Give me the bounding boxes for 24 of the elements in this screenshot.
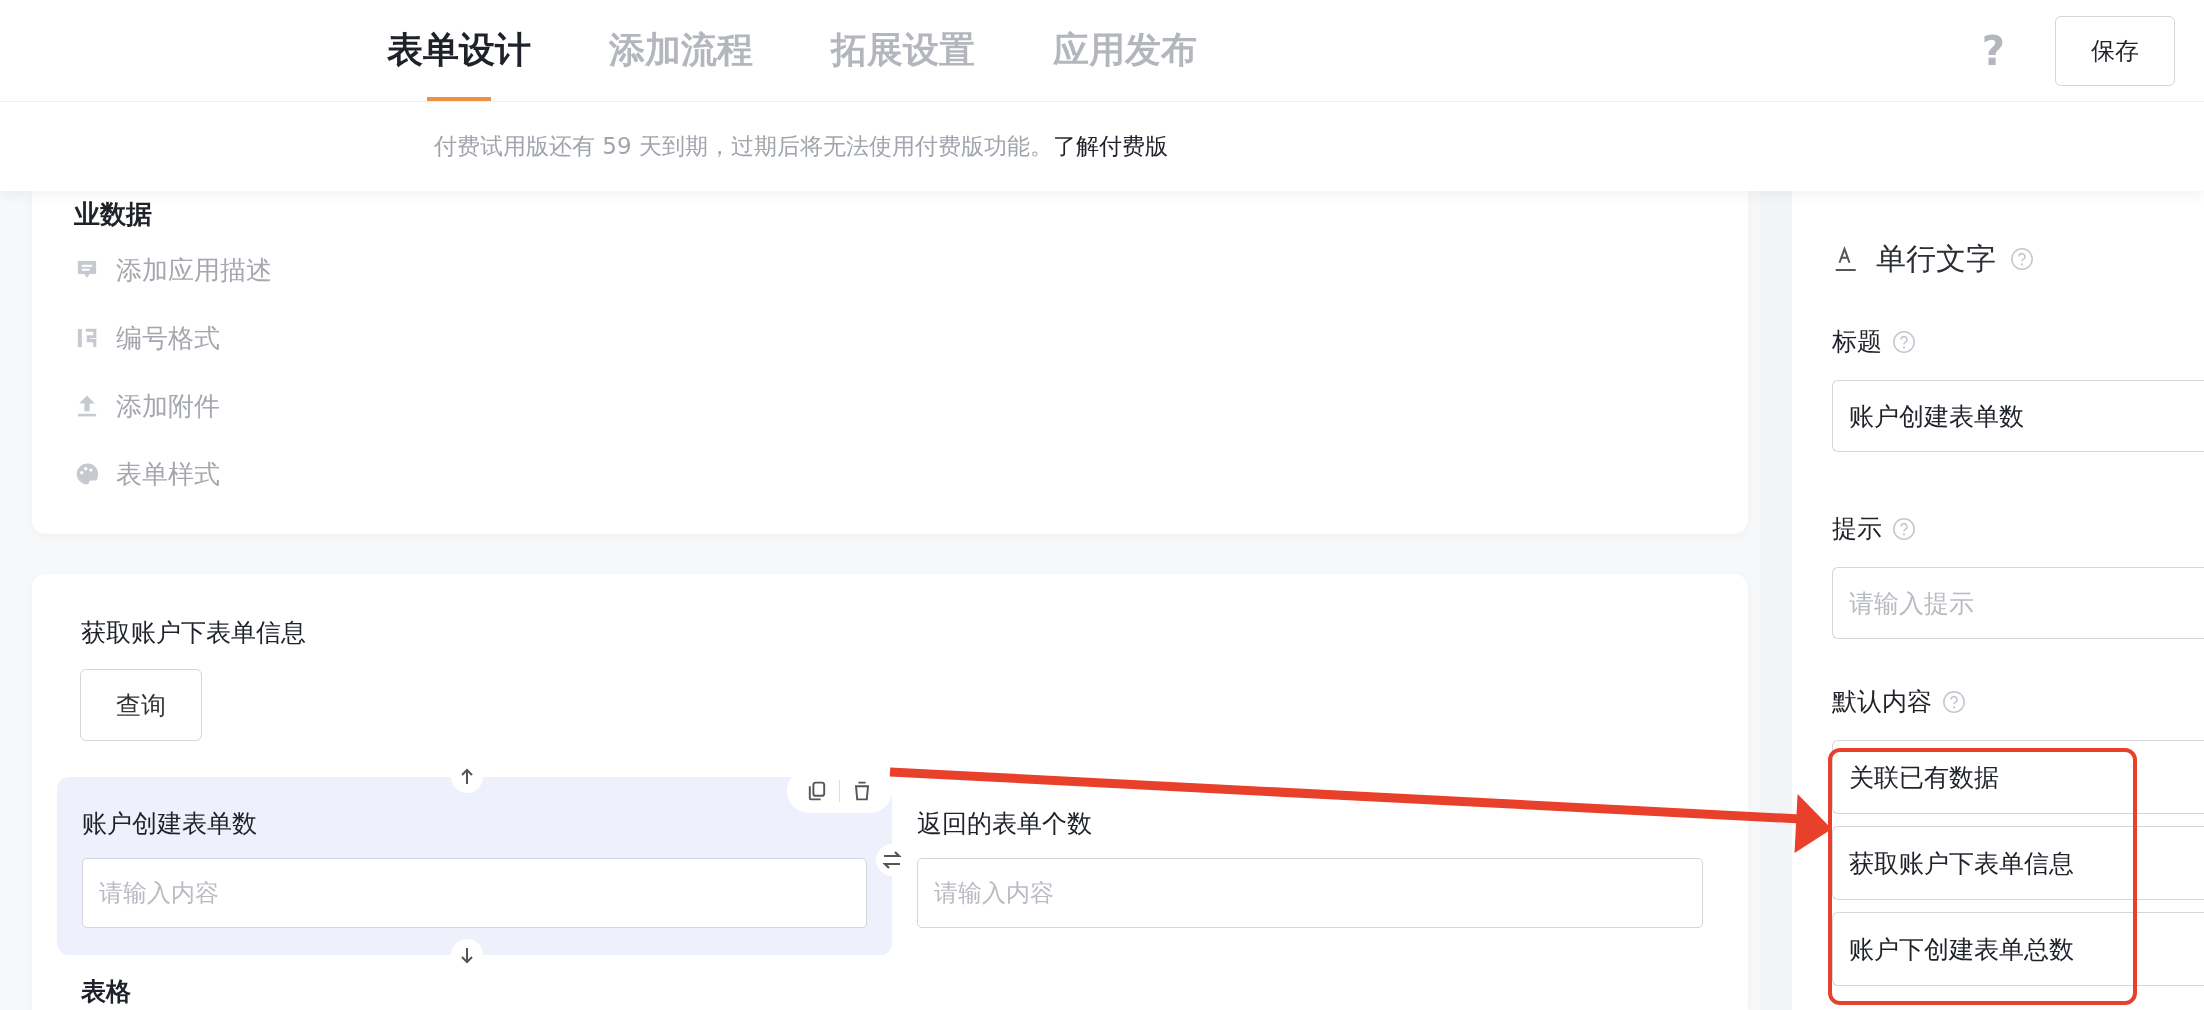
field-label: 提示: [1832, 513, 1882, 545]
title-input[interactable]: 账户创建表单数: [1832, 380, 2204, 452]
field-label: 返回的表单个数: [917, 808, 1093, 840]
text-input[interactable]: 请输入内容: [82, 858, 867, 928]
query-button[interactable]: 查询: [80, 669, 202, 741]
text-input[interactable]: 请输入内容: [917, 858, 1703, 928]
save-button[interactable]: 保存: [2055, 15, 2175, 86]
trial-notice: 付费试用版还有 59 天到期，过期后将无法使用付费版功能。: [434, 132, 1053, 161]
panel-title: 单行文字: [1876, 239, 1996, 278]
section-title: 表格: [81, 976, 132, 1008]
field-label: 默认内容: [1832, 686, 1932, 718]
nav-tab[interactable]: 表单设计: [387, 0, 531, 101]
field-block[interactable]: 返回的表单个数 请输入内容: [892, 777, 1727, 955]
section-title: 获取账户下表单信息: [81, 617, 307, 649]
option-field[interactable]: 关联已有数据: [1832, 740, 2204, 814]
field-label: 账户创建表单数: [82, 808, 258, 840]
palette-icon: [74, 461, 100, 487]
section-heading: 业数据: [74, 198, 153, 231]
field-label: 标题: [1832, 326, 1882, 358]
learn-more-link[interactable]: 了解付费版: [1052, 131, 1168, 162]
option-field[interactable]: 账户下创建表单总数: [1832, 912, 2204, 986]
selected-field-block[interactable]: 账户创建表单数 请输入内容: [57, 777, 892, 955]
hint-input[interactable]: 请输入提示: [1832, 567, 2204, 639]
option-field[interactable]: 获取账户下表单信息: [1832, 826, 2204, 900]
